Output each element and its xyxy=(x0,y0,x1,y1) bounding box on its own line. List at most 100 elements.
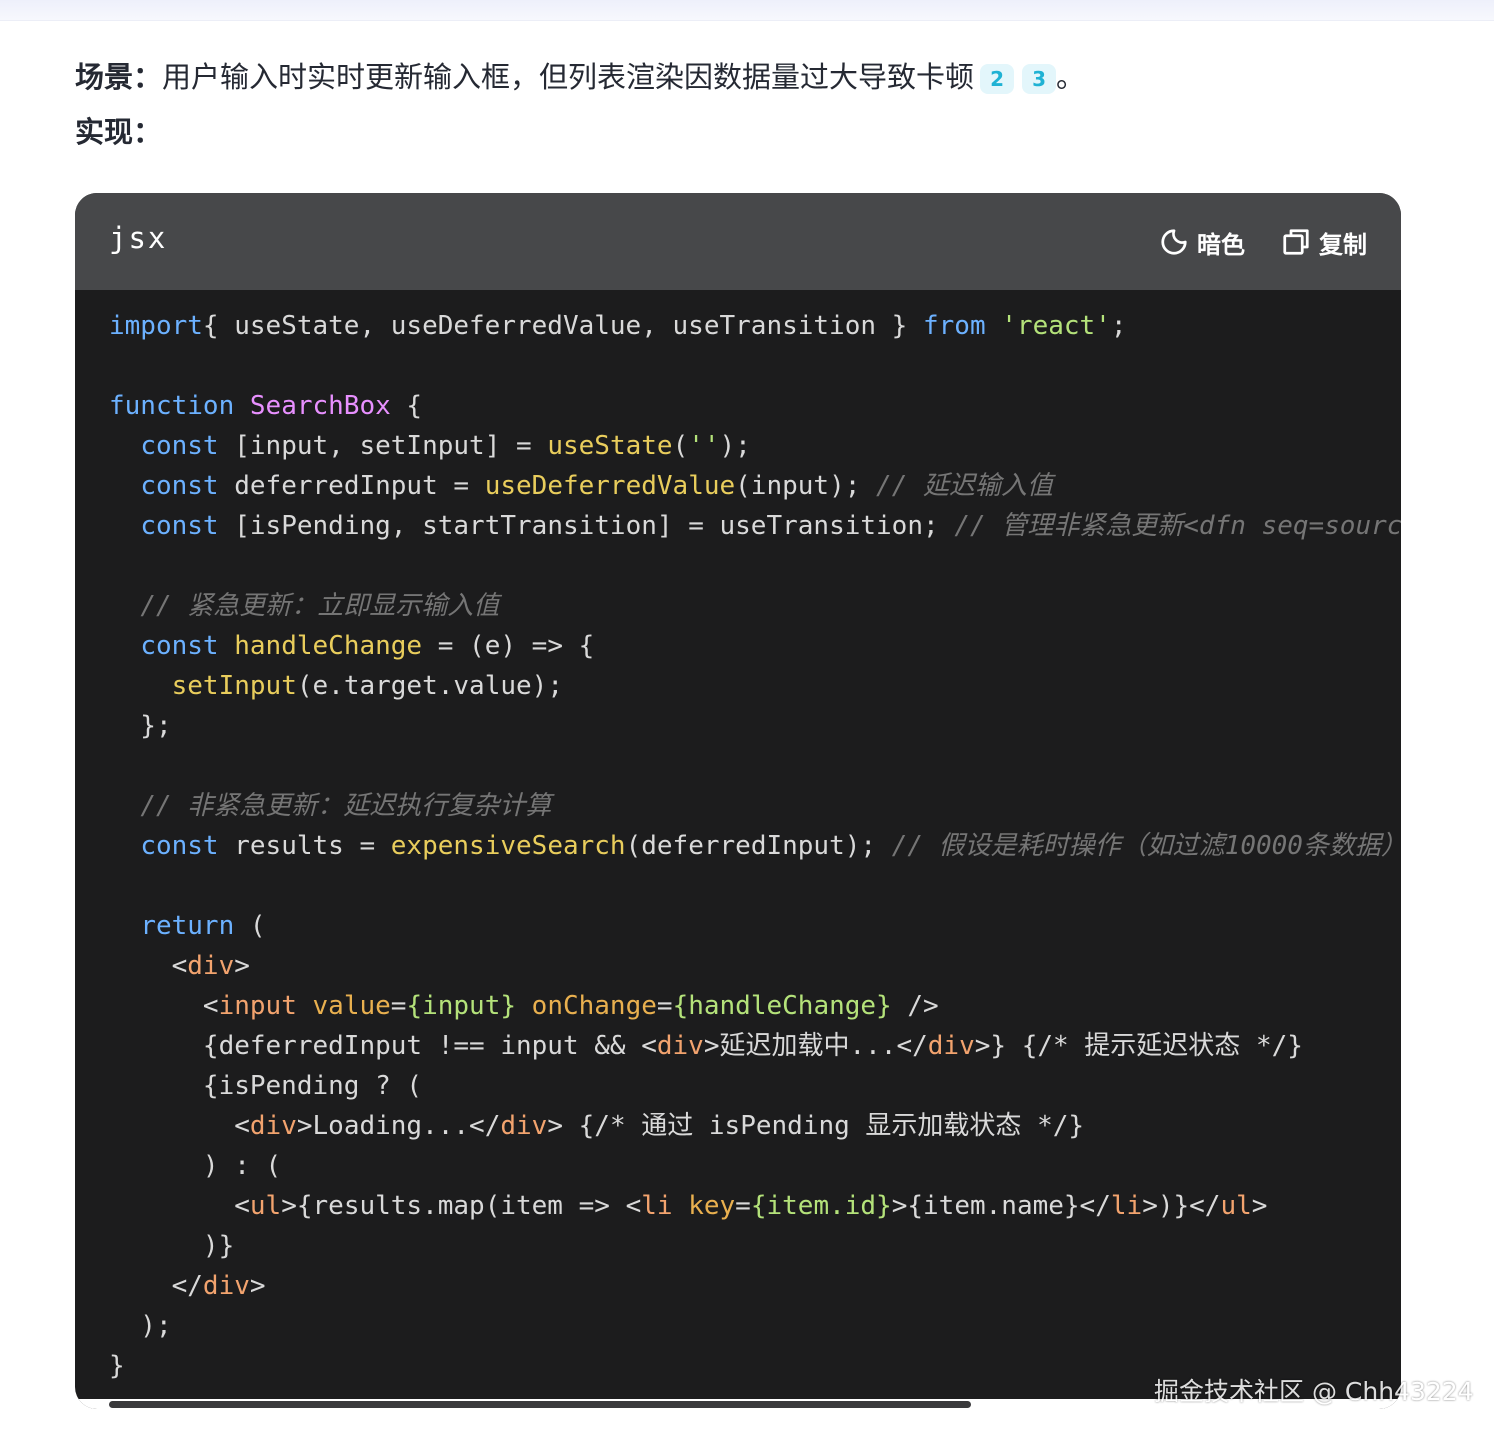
code-token: > xyxy=(234,951,250,981)
code-body[interactable]: import{ useState, useDeferredValue, useT… xyxy=(109,306,1401,1391)
code-line: </div> xyxy=(109,1266,1401,1306)
code-token: function xyxy=(109,391,235,421)
code-token: // 非紧急更新：延迟执行复杂计算 xyxy=(140,791,552,821)
code-line: ); xyxy=(109,1306,1401,1346)
code-token: const xyxy=(140,511,219,541)
reference-badge[interactable]: 2 xyxy=(980,64,1015,94)
code-token: li xyxy=(1110,1191,1143,1221)
scene-label: 场景： xyxy=(75,60,163,94)
code-token: {input} xyxy=(406,991,517,1021)
code-line: }; xyxy=(109,706,1401,746)
code-token: [input, setInput] = xyxy=(218,431,548,461)
reference-badge[interactable]: 3 xyxy=(1022,64,1057,94)
code-token: handleChange xyxy=(218,631,423,661)
code-token: = xyxy=(656,991,673,1021)
code-token: '' xyxy=(688,431,720,461)
code-token: onChange xyxy=(516,991,657,1021)
code-token: value xyxy=(296,991,391,1021)
code-token: ; xyxy=(1110,311,1127,341)
code-line: return ( xyxy=(109,906,1401,946)
code-header: jsx 暗色 复制 xyxy=(75,193,1401,290)
code-token: expensiveSearch xyxy=(390,831,626,861)
code-line: ) : ( xyxy=(109,1146,1401,1186)
code-line: const results = expensiveSearch(deferred… xyxy=(109,826,1401,866)
code-token: {deferredInput !== input && < xyxy=(109,1031,657,1061)
code-token: } xyxy=(109,1351,125,1381)
code-token: setInput xyxy=(171,671,297,701)
code-line: const handleChange = (e) => { xyxy=(109,626,1401,666)
code-token: deferredInput = xyxy=(218,471,485,501)
code-token: )} xyxy=(109,1231,235,1261)
code-token: // 假设是耗时操作（如过滤10000条数据） xyxy=(891,831,1401,861)
code-line: const [isPending, startTransition] = use… xyxy=(109,506,1401,546)
code-token: </ xyxy=(109,1271,203,1301)
code-line: <div>Loading...</div> {/* 通过 isPending 显… xyxy=(109,1106,1401,1146)
scene-end: 。 xyxy=(1056,60,1086,94)
code-token: {handleChange} xyxy=(672,991,892,1021)
code-token: {isPending ? ( xyxy=(109,1071,423,1101)
code-token: return xyxy=(140,911,235,941)
code-line: <input value={input} onChange={handleCha… xyxy=(109,986,1401,1026)
code-line: import{ useState, useDeferredValue, useT… xyxy=(109,306,1401,346)
code-token: div xyxy=(187,951,235,981)
code-token: > {/* 通过 isPending 显示加载状态 */} xyxy=(547,1111,1085,1141)
watermark: 掘金技术社区 @ Chh43224 xyxy=(1154,1377,1474,1406)
code-line: const [input, setInput] = useState(''); xyxy=(109,426,1401,466)
code-token: ); xyxy=(109,1311,172,1341)
code-token: >{results.map(item => < xyxy=(281,1191,642,1221)
code-token: < xyxy=(109,991,219,1021)
code-token: div xyxy=(656,1031,704,1061)
code-token: ( xyxy=(672,431,689,461)
copy-button[interactable]: 复制 xyxy=(1281,225,1367,259)
code-token: // 延迟输入值 xyxy=(876,471,1054,501)
code-line: <div> xyxy=(109,946,1401,986)
code-token: useState xyxy=(547,431,673,461)
code-token: = (e) => { xyxy=(422,631,595,661)
code-token: // 管理非紧急更新<dfn seq=source_group_web_4 ty… xyxy=(954,511,1401,541)
code-token: > xyxy=(249,1271,266,1301)
code-token: // 紧急更新：立即显示输入值 xyxy=(140,591,500,621)
code-token: input xyxy=(218,991,297,1021)
code-token: const xyxy=(140,631,219,661)
code-line: setInput(e.target.value); xyxy=(109,666,1401,706)
code-block: jsx 暗色 复制 import{ useState, useDeferredV… xyxy=(75,193,1401,1409)
code-token: [isPending, startTransition] = useTransi… xyxy=(218,511,955,541)
implementation-paragraph: 实现： xyxy=(75,112,162,152)
code-token: from xyxy=(922,311,986,341)
code-token: >Loading...</ xyxy=(296,1111,501,1141)
code-token: < xyxy=(109,1191,250,1221)
code-line: <ul>{results.map(item => <li key={item.i… xyxy=(109,1186,1401,1226)
code-token: div xyxy=(927,1031,975,1061)
implementation-label: 实现： xyxy=(75,115,163,149)
code-token: SearchBox xyxy=(234,391,391,421)
top-band xyxy=(0,0,1494,21)
code-token: (input); xyxy=(735,471,877,501)
theme-toggle-button[interactable]: 暗色 xyxy=(1159,225,1245,259)
code-token: (e.target.value); xyxy=(296,671,563,701)
code-token: (deferredInput); xyxy=(625,831,892,861)
copy-icon xyxy=(1283,229,1309,255)
code-token: key xyxy=(672,1191,736,1221)
code-line: function SearchBox { xyxy=(109,386,1401,426)
code-token: }; xyxy=(109,711,172,741)
code-line: const deferredInput = useDeferredValue(i… xyxy=(109,466,1401,506)
code-token: ); xyxy=(719,431,751,461)
scrollbar-thumb[interactable] xyxy=(109,1401,971,1408)
code-line: {deferredInput !== input && <div>延迟加载中..… xyxy=(109,1026,1401,1066)
code-token: ) : ( xyxy=(109,1151,282,1181)
code-line: )} xyxy=(109,1226,1401,1266)
code-token: results = xyxy=(218,831,391,861)
code-token: import xyxy=(109,311,203,341)
code-token: const xyxy=(140,831,219,861)
code-token: ul xyxy=(249,1191,282,1221)
code-token: >)}</ xyxy=(1142,1191,1221,1221)
code-token: = xyxy=(390,991,407,1021)
